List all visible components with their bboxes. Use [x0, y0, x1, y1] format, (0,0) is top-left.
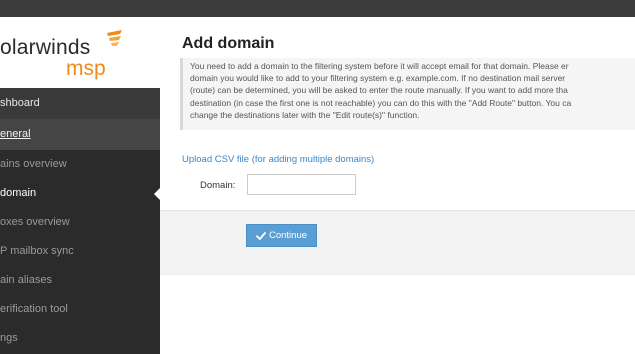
sidebar-item-settings[interactable]: ngs: [0, 324, 160, 353]
sidebar-item-dashboard[interactable]: shboard: [0, 88, 160, 119]
sidebar-item-add-domain[interactable]: domain: [0, 179, 160, 208]
sidebar-item-general[interactable]: eneral: [0, 119, 160, 150]
intro-line: You need to add a domain to the filterin…: [190, 61, 569, 71]
sidebar: olarwinds msp shboard eneral ains overvi…: [0, 17, 160, 354]
sidebar-item-mailboxes-overview[interactable]: oxes overview: [0, 208, 160, 237]
domain-label: Domain:: [200, 180, 236, 191]
intro-line: (route) can be determined, you will be a…: [190, 85, 568, 96]
checkmark-icon: [256, 231, 266, 240]
sidebar-item-label: ain aliases: [0, 274, 52, 286]
intro-notice: You need to add a domain to the filterin…: [180, 58, 635, 130]
sidebar-item-label: shboard: [0, 97, 40, 109]
sidebar-item-label: domain: [0, 187, 37, 199]
sidebar-item-verification-tool[interactable]: erification tool: [0, 295, 160, 324]
sidebar-item-mailbox-sync[interactable]: P mailbox sync: [0, 237, 160, 266]
sidebar-item-label: oxes overview: [0, 216, 70, 228]
sidebar-item-label: P mailbox sync: [0, 245, 74, 257]
continue-button[interactable]: Continue: [246, 224, 317, 247]
sidebar-item-domain-aliases[interactable]: ain aliases: [0, 266, 160, 295]
form-actions-band: [160, 210, 635, 275]
main-content: Add domain You need to add a domain to t…: [160, 17, 635, 354]
intro-line: change the destinations later with the "…: [190, 109, 420, 120]
page-title: Add domain: [182, 35, 275, 52]
domain-input[interactable]: [247, 174, 356, 195]
logo-sub-text: msp: [66, 57, 106, 80]
sidebar-nav: shboard eneral ains overview domain oxes…: [0, 88, 160, 354]
intro-line: domain you would like to add to your fil…: [190, 73, 566, 84]
sidebar-item-label: erification tool: [0, 303, 68, 315]
sidebar-item-domains-overview[interactable]: ains overview: [0, 150, 160, 179]
solarwinds-flame-icon: [107, 30, 122, 46]
continue-button-label: Continue: [268, 230, 308, 241]
intro-line: destination (in case the first one is no…: [190, 97, 572, 108]
sidebar-item-label: eneral: [0, 128, 31, 140]
logo[interactable]: olarwinds msp: [0, 17, 160, 88]
sidebar-item-label: ains overview: [0, 158, 67, 170]
top-bar: [0, 0, 635, 17]
sidebar-item-label: ngs: [0, 332, 18, 344]
upload-csv-link[interactable]: Upload CSV file (for adding multiple dom…: [182, 154, 374, 165]
